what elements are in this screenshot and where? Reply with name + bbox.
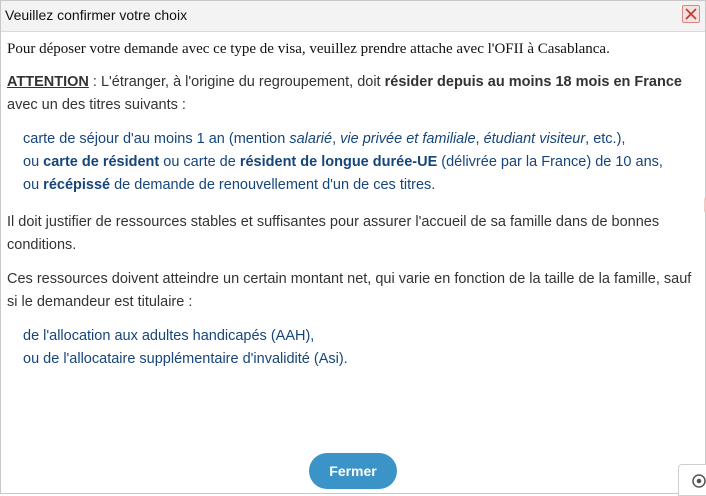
attention-bold: résider depuis au moins 18 mois en Franc… xyxy=(384,74,682,90)
close-icon xyxy=(685,8,697,20)
titre-2-a: ou xyxy=(23,154,44,170)
fermer-button[interactable]: Fermer xyxy=(309,453,397,489)
titre-1-text: carte de séjour d'au moins 1 an (mention xyxy=(23,131,290,147)
recepisse: récépissé xyxy=(43,177,111,193)
dialog-title: Veuillez confirmer votre choix xyxy=(5,7,188,23)
titre-item-1: carte de séjour d'au moins 1 an (mention… xyxy=(23,128,699,151)
confirm-dialog: Veuillez confirmer votre choix Pour dépo… xyxy=(0,0,706,494)
resident-longue-duree: résident de longue durée-UE xyxy=(239,154,438,170)
attention-text-2: avec un des titres suivants : xyxy=(7,97,186,113)
corner-widget[interactable] xyxy=(678,464,706,496)
titre-3-c: de demande de renouvellement d'un de ces… xyxy=(110,177,436,193)
titre-1-end: , etc.), xyxy=(585,131,626,147)
dialog-content: Pour déposer votre demande avec ce type … xyxy=(7,33,699,385)
dialog-titlebar: Veuillez confirmer votre choix xyxy=(1,1,705,32)
attention-text-1: : L'étranger, à l'origine du regroupemen… xyxy=(88,74,385,90)
chrome-icon xyxy=(692,474,706,488)
titre-2-d: (délivrée par la France) de 10 ans, xyxy=(437,154,663,170)
sep-1: , xyxy=(332,131,341,147)
titre-item-2: ou carte de résident ou carte de résiden… xyxy=(23,151,699,174)
mention-vie-privee: vie privée et familiale xyxy=(340,131,476,147)
exception-aah: de l'allocation aux adultes handicapés (… xyxy=(23,328,315,344)
sep-2: , xyxy=(475,131,484,147)
intro-text: Pour déposer votre demande avec ce type … xyxy=(7,41,610,57)
exceptions-list: de l'allocation aux adultes handicapés (… xyxy=(23,325,699,371)
attention-label: ATTENTION xyxy=(7,74,89,90)
titres-list: carte de séjour d'au moins 1 an (mention… xyxy=(23,128,699,197)
montant-paragraph: Ces ressources doivent atteindre un cert… xyxy=(7,271,692,310)
exception-asi: ou de l'allocataire supplémentaire d'inv… xyxy=(23,351,348,367)
close-button[interactable] xyxy=(682,5,700,23)
titre-2-c: ou carte de xyxy=(159,154,240,170)
carte-resident: carte de résident xyxy=(43,154,160,170)
titre-item-3: ou récépissé de demande de renouvellemen… xyxy=(23,174,699,197)
mention-salarie: salarié xyxy=(289,131,333,147)
mention-etudiant: étudiant visiteur xyxy=(483,131,586,147)
attention-paragraph: ATTENTION : L'étranger, à l'origine du r… xyxy=(7,71,699,117)
ressources-paragraph: Il doit justifier de ressources stables … xyxy=(7,214,660,253)
titre-3-a: ou xyxy=(23,177,44,193)
